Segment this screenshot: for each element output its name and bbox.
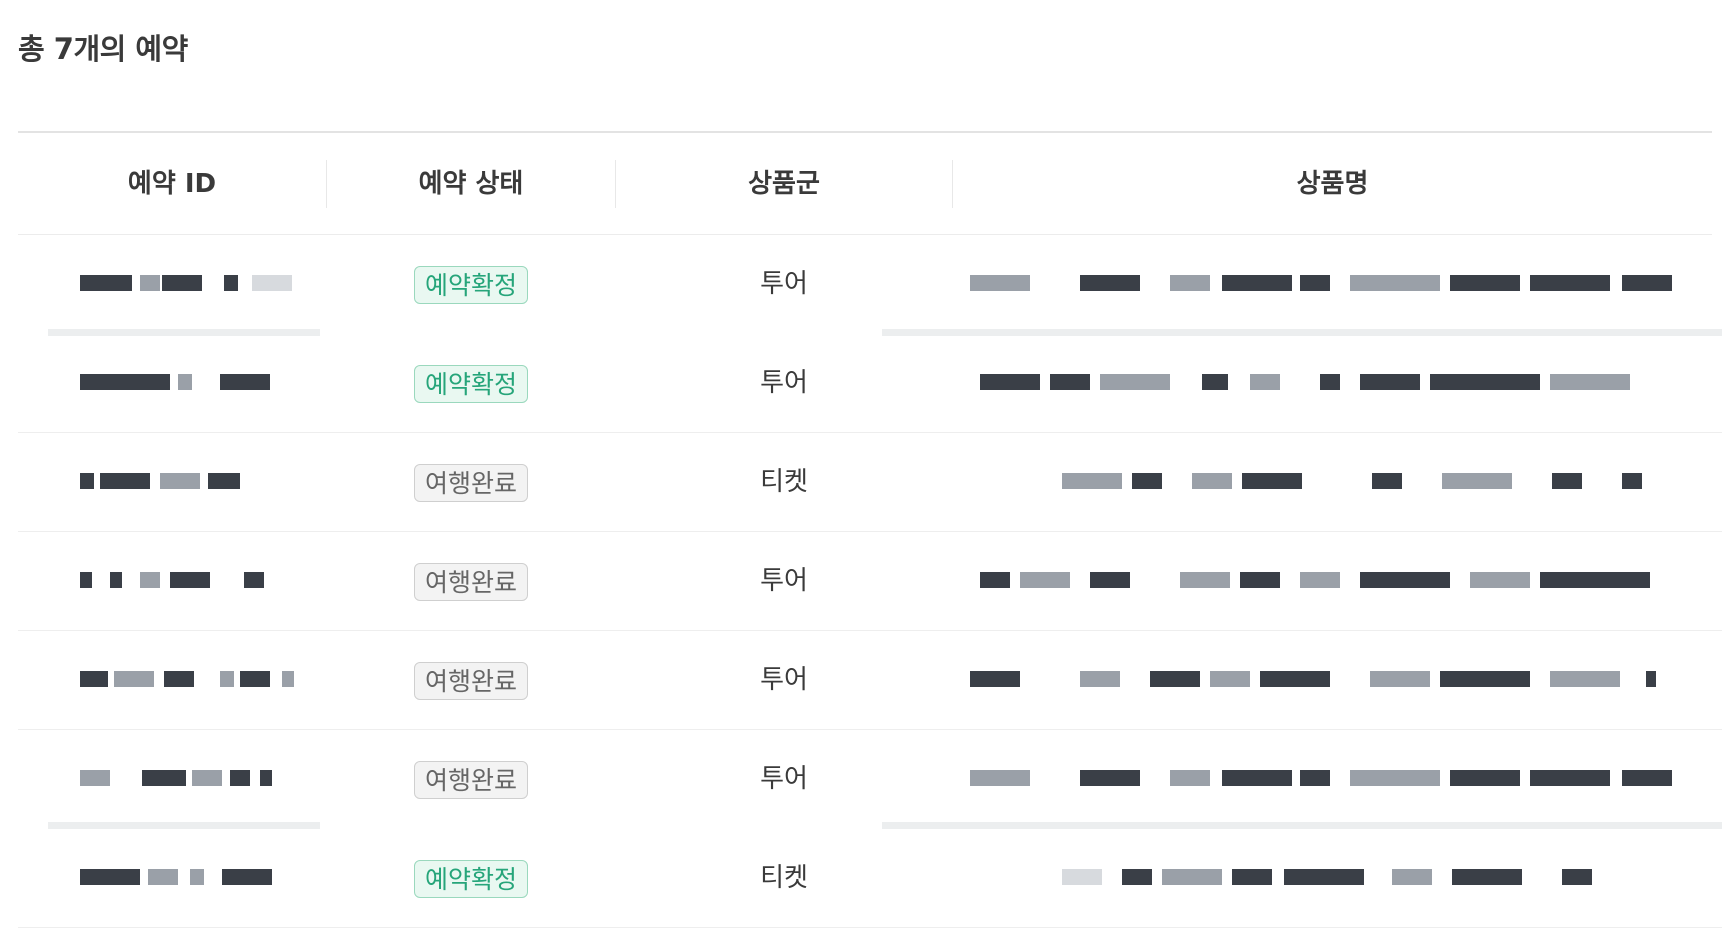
redacted-reservation-id [80, 764, 310, 792]
table-row[interactable]: 예약확정 티켓 [18, 829, 1722, 928]
status-badge: 예약확정 [413, 364, 528, 403]
row-separator [882, 822, 1722, 829]
status-badge: 여행완료 [413, 463, 528, 502]
redacted-reservation-id [80, 269, 310, 297]
reservation-count-title: 총 7개의 예약 [18, 32, 188, 66]
status-badge: 예약확정 [413, 859, 528, 898]
category-cell: 투어 [760, 665, 808, 695]
table-row[interactable]: 여행완료 투어 [18, 730, 1722, 829]
column-header-product-name[interactable]: 상품명 [953, 133, 1712, 235]
table-row[interactable]: 예약확정 투어 [18, 334, 1722, 433]
redacted-product-name [1062, 863, 1662, 891]
table-row[interactable]: 여행완료 티켓 [18, 433, 1722, 532]
redacted-product-name [1062, 467, 1662, 495]
status-badge: 여행완료 [413, 661, 528, 700]
redacted-product-name [970, 665, 1690, 693]
category-cell: 투어 [760, 566, 808, 596]
row-divider [18, 927, 1722, 928]
status-badge: 여행완료 [413, 562, 528, 601]
reservation-table: 예약 ID 예약 상태 상품군 상품명 예약확정 투어 예약확정 투어 여행완료… [18, 131, 1722, 931]
redacted-reservation-id [80, 665, 310, 693]
column-header-reservation-id[interactable]: 예약 ID [18, 133, 326, 235]
row-separator [48, 822, 320, 829]
redacted-product-name [970, 269, 1690, 297]
redacted-product-name [980, 566, 1700, 594]
redacted-product-name [980, 368, 1700, 396]
category-cell: 투어 [760, 269, 808, 299]
category-cell: 투어 [760, 368, 808, 398]
category-cell: 티켓 [760, 863, 808, 893]
redacted-reservation-id [80, 566, 310, 594]
table-row[interactable]: 예약확정 투어 [18, 235, 1722, 336]
category-cell: 투어 [760, 764, 808, 794]
category-cell: 티켓 [760, 467, 808, 497]
table-header: 예약 ID 예약 상태 상품군 상품명 [18, 131, 1712, 235]
status-badge: 여행완료 [413, 760, 528, 799]
redacted-reservation-id [80, 368, 310, 396]
status-badge: 예약확정 [413, 265, 528, 304]
redacted-reservation-id [80, 863, 310, 891]
redacted-product-name [970, 764, 1690, 792]
column-header-category[interactable]: 상품군 [616, 133, 952, 235]
redacted-reservation-id [80, 467, 310, 495]
table-row[interactable]: 여행완료 투어 [18, 631, 1722, 730]
table-row[interactable]: 여행완료 투어 [18, 532, 1722, 631]
column-header-status[interactable]: 예약 상태 [327, 133, 615, 235]
